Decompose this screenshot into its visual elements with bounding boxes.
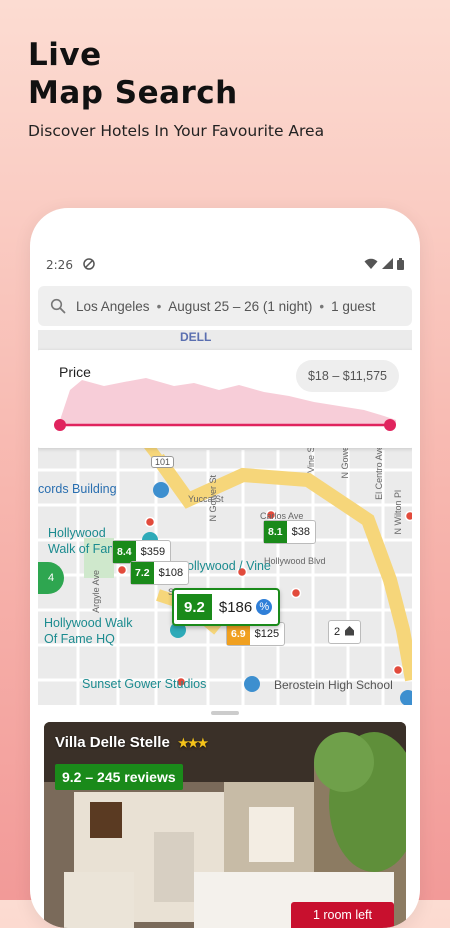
hotel-card[interactable]: Villa Delle Stelle ★★★ 9.2 – 245 reviews…	[44, 722, 406, 928]
home-icon	[344, 625, 355, 639]
pin-score: 8.4	[113, 541, 136, 563]
discount-icon: %	[256, 599, 273, 615]
map-label-n-gower-st: N Gower St	[208, 475, 218, 522]
status-time: 2:26	[46, 258, 73, 272]
price-filter-card[interactable]: Price $18 – $11,575	[38, 350, 412, 448]
rating-badge: 9.2 – 245 reviews	[55, 764, 183, 790]
price-filter-title: Price	[59, 364, 91, 380]
wifi-icon	[364, 258, 378, 273]
home-cluster-marker[interactable]: 2	[328, 620, 362, 644]
bottom-sheet-handle[interactable]	[211, 711, 239, 715]
map-label-walk-of-fame-hq: Hollywood Walk Of Fame HQ	[44, 616, 133, 646]
headline: Live Map Search	[28, 36, 238, 112]
pin-score: 7.2	[131, 562, 154, 584]
search-guests: 1 guest	[331, 298, 376, 314]
pin-price: $38	[291, 526, 310, 538]
hotel-name: Villa Delle Stelle ★★★	[55, 734, 208, 751]
map-label-yucca: Yucca St	[188, 494, 224, 504]
hotel-name-text: Villa Delle Stelle	[55, 734, 170, 751]
signal-icon	[382, 258, 393, 272]
phone-screen: 2:26 Los Angeles • August 25 – 26 (1 nig…	[30, 208, 420, 928]
do-not-disturb-icon	[83, 257, 95, 273]
hotel-pin[interactable]: 7.2 $108	[130, 561, 190, 585]
map-label-argyle: Argyle Ave	[91, 570, 101, 613]
map-label-sunset-gower: Sunset Gower Studios	[82, 677, 207, 691]
price-range-chip[interactable]: $18 – $11,575	[295, 360, 399, 392]
search-location: Los Angeles	[76, 298, 150, 314]
hotel-photo	[44, 722, 406, 928]
map-label-n-wilton: N Wilton Pl	[393, 490, 403, 535]
search-separator: •	[319, 298, 325, 314]
map-view[interactable]: DELL 101 cords Building Yucca St Carlos …	[38, 330, 412, 705]
map-label-el-centro: El Centro Ave	[374, 445, 384, 500]
search-bar[interactable]: Los Angeles • August 25 – 26 (1 night) •…	[38, 286, 412, 326]
map-label-hollywood-blvd: Hollywood Blvd	[264, 556, 326, 566]
pin-price: $359	[140, 546, 166, 558]
map-label-n-gower-right: N Gower	[340, 443, 350, 479]
search-separator: •	[156, 298, 162, 314]
subheadline: Discover Hotels In Your Favourite Area	[28, 122, 325, 140]
star-rating-icon: ★★★	[177, 736, 208, 750]
map-label-hollywood-vine: Hollywood / Vine	[178, 559, 271, 573]
pin-score: 9.2	[177, 594, 212, 620]
hotel-pin[interactable]: 8.1 $38	[263, 520, 316, 544]
home-cluster-count: 2	[334, 626, 341, 638]
pin-score: 6.9	[227, 623, 250, 645]
pin-price: $186	[218, 598, 253, 616]
search-dates: August 25 – 26 (1 night)	[168, 298, 313, 314]
pin-price: $125	[254, 628, 280, 640]
map-label-corner: DELL	[180, 330, 212, 344]
search-icon	[50, 295, 72, 317]
price-slider-min-handle[interactable]	[54, 419, 66, 431]
price-slider-max-handle[interactable]	[384, 419, 396, 431]
map-label-records-building: cords Building	[38, 482, 117, 496]
map-label-bernstein: Berostein High School	[274, 678, 393, 692]
headline-line-2: Map Search	[28, 75, 238, 111]
status-bar: 2:26	[46, 256, 404, 274]
pin-price: $108	[158, 567, 184, 579]
battery-icon	[397, 257, 404, 273]
availability-badge: 1 room left	[290, 902, 394, 928]
highway-101-shield: 101	[151, 456, 175, 468]
hotel-pin-selected[interactable]: 9.2 $186 %	[172, 588, 281, 626]
map-label-vine-st: Vine St	[306, 444, 316, 473]
headline-line-1: Live	[28, 37, 102, 73]
pin-score: 8.1	[264, 521, 287, 543]
